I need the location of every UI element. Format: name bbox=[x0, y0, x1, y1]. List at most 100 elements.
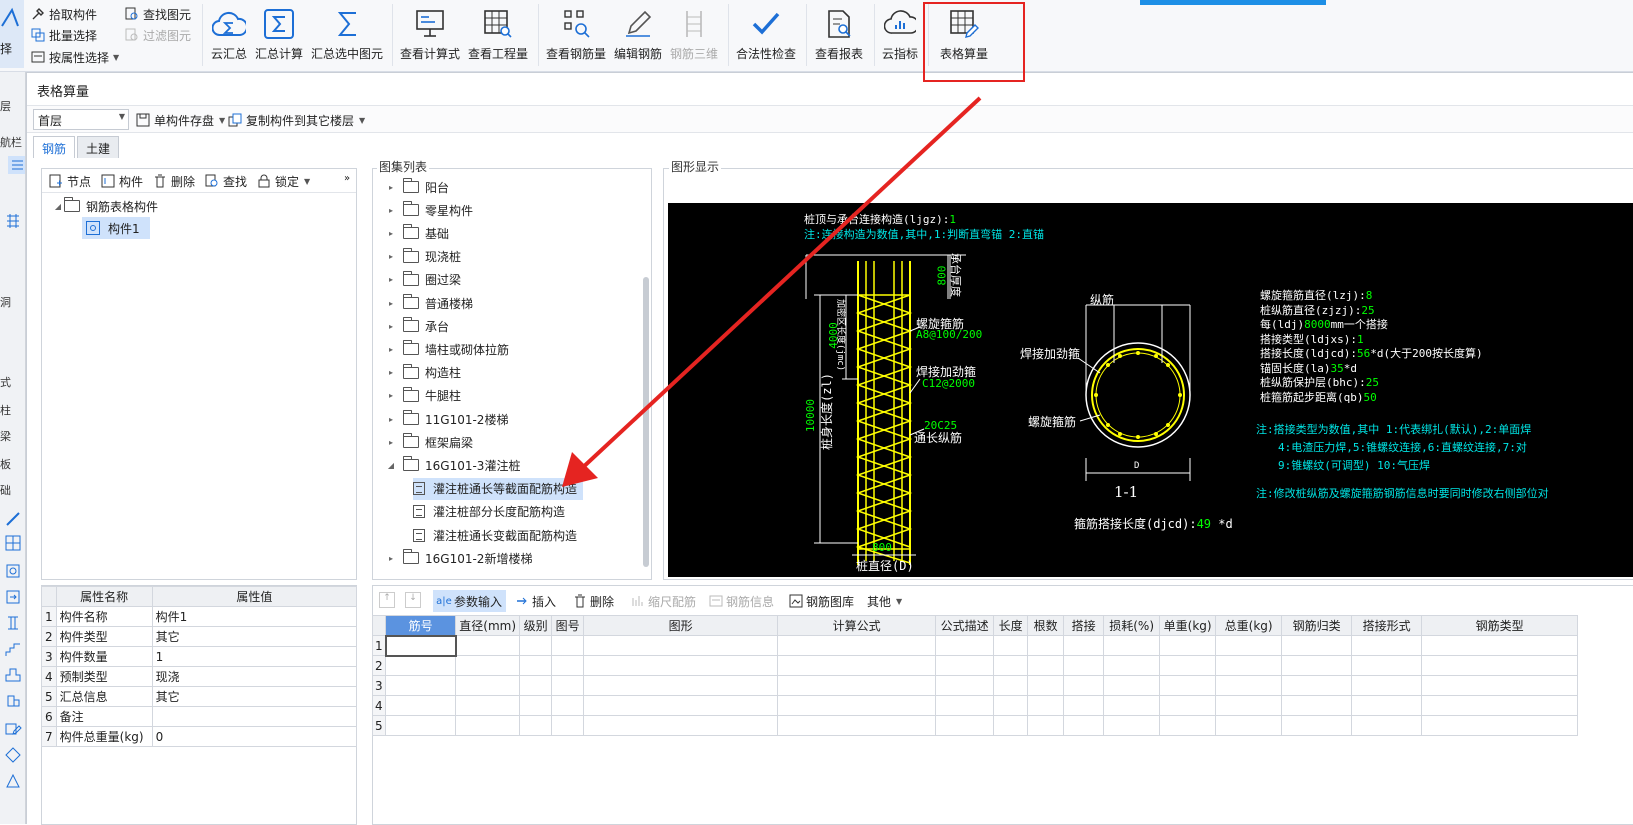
grid-cell[interactable] bbox=[1215, 655, 1283, 676]
grid-cell[interactable] bbox=[551, 675, 585, 696]
pick-component-button[interactable]: 拾取构件 bbox=[30, 4, 97, 24]
grid-cell[interactable] bbox=[1281, 635, 1353, 656]
grid-cell[interactable] bbox=[1027, 675, 1065, 696]
table-row[interactable]: 6 备注 bbox=[41, 706, 358, 727]
grid-header[interactable]: 搭接形式 bbox=[1351, 615, 1423, 636]
atlas-item[interactable]: 灌注桩部分长度配筋构造 bbox=[413, 501, 571, 523]
left-nav-item[interactable]: 层 bbox=[0, 98, 25, 118]
prop-value[interactable]: 1 bbox=[151, 646, 358, 667]
table-row[interactable]: 5 bbox=[371, 715, 1579, 736]
grid-cell[interactable] bbox=[1063, 715, 1105, 736]
prop-value[interactable] bbox=[151, 706, 358, 727]
expand-arrow-icon[interactable]: ▸ bbox=[385, 299, 397, 308]
tab-civil[interactable]: 土建 bbox=[77, 136, 120, 158]
table-row[interactable]: 4 bbox=[371, 695, 1579, 716]
grid-header[interactable]: 根数 bbox=[1027, 615, 1065, 636]
grid-cell[interactable] bbox=[1215, 695, 1283, 716]
grid-cell[interactable] bbox=[1281, 655, 1353, 676]
left-nav-item[interactable]: 础 bbox=[0, 482, 25, 502]
grid-cell[interactable] bbox=[935, 655, 995, 676]
select-button[interactable]: 选择 bbox=[0, 0, 24, 68]
stair-icon[interactable] bbox=[4, 640, 22, 661]
grid-cell[interactable] bbox=[993, 675, 1029, 696]
grid-cell[interactable] bbox=[777, 675, 937, 696]
grid-cell[interactable] bbox=[1103, 635, 1161, 656]
grid-cell[interactable] bbox=[1215, 675, 1283, 696]
atlas-item[interactable]: ▸ 现浇桩 bbox=[385, 246, 467, 268]
grid-header[interactable]: 直径(mm) bbox=[455, 615, 521, 636]
collapse-arrow-icon[interactable]: ◢ bbox=[385, 461, 397, 470]
grid-cell[interactable] bbox=[1159, 655, 1217, 676]
insert-button[interactable]: 插入 bbox=[515, 590, 556, 612]
beam-icon[interactable] bbox=[4, 588, 22, 609]
atlas-item[interactable]: ▸ 16G101-2新增楼梯 bbox=[385, 547, 538, 569]
grid-cell[interactable] bbox=[551, 715, 585, 736]
custom-icon[interactable] bbox=[4, 746, 22, 767]
add-node-button[interactable]: 节点 bbox=[48, 171, 91, 191]
summary-selected-button[interactable]: 汇总选中图元 bbox=[310, 0, 384, 68]
table-row[interactable]: 7 构件总重量(kg) 0 bbox=[41, 726, 358, 747]
atlas-item[interactable]: ▸ 11G101-2楼梯 bbox=[385, 408, 514, 430]
atlas-item[interactable]: ▸ 普通楼梯 bbox=[385, 292, 479, 314]
grid-cell[interactable] bbox=[1159, 695, 1217, 716]
grid-cell[interactable] bbox=[583, 695, 779, 716]
grid-cell[interactable] bbox=[1421, 715, 1579, 736]
grid-cell[interactable] bbox=[1281, 715, 1353, 736]
left-nav-item[interactable]: 梁 bbox=[0, 428, 25, 448]
expand-arrow-icon[interactable]: ▸ bbox=[385, 206, 397, 215]
grid-cell[interactable] bbox=[551, 655, 585, 676]
atlas-item[interactable]: ▸ 牛腿柱 bbox=[385, 385, 467, 407]
save-component-button[interactable]: 单构件存盘 ▼ bbox=[135, 110, 225, 130]
left-nav-item[interactable]: 式 bbox=[0, 374, 25, 394]
grid-cell[interactable] bbox=[1215, 715, 1283, 736]
grid-header[interactable]: 图形 bbox=[583, 615, 779, 636]
view-rebar-button[interactable]: 查看钢筋量 bbox=[544, 0, 608, 68]
atlas-item[interactable]: 灌注桩通长变截面配筋构造 bbox=[413, 524, 583, 546]
expand-arrow-icon[interactable]: ▸ bbox=[385, 368, 397, 377]
expand-arrow-icon[interactable]: ▸ bbox=[385, 345, 397, 354]
edit-component-icon[interactable] bbox=[4, 720, 22, 741]
grid-cell[interactable] bbox=[935, 635, 995, 656]
grid-cell[interactable] bbox=[1027, 655, 1065, 676]
grid-cell[interactable] bbox=[993, 655, 1029, 676]
select-by-attribute-button[interactable]: 按属性选择 ▼ bbox=[30, 47, 119, 67]
rebar-info-button[interactable]: 钢筋信息 bbox=[709, 590, 774, 612]
other-button[interactable]: 其他 ▼ bbox=[867, 590, 902, 612]
grid-cell[interactable] bbox=[1215, 635, 1283, 656]
atlas-item[interactable]: ▸ 阳台 bbox=[385, 176, 455, 198]
grid-cell[interactable] bbox=[777, 695, 937, 716]
grid-cell[interactable] bbox=[1421, 655, 1579, 676]
expand-arrow-icon[interactable]: ▸ bbox=[385, 252, 397, 261]
grid-header[interactable]: 总重(kg) bbox=[1215, 615, 1283, 636]
summary-calc-button[interactable]: 汇总计算 bbox=[254, 0, 304, 68]
view-quantity-button[interactable]: 查看工程量 bbox=[466, 0, 530, 68]
floor-select[interactable]: 首层 ▼ bbox=[33, 109, 129, 130]
grid-cell[interactable] bbox=[777, 635, 937, 656]
grid-icon[interactable] bbox=[4, 212, 22, 230]
table-row[interactable]: 1 bbox=[371, 634, 1579, 657]
atlas-item[interactable]: ▸ 承台 bbox=[385, 315, 455, 337]
atlas-scrollbar[interactable] bbox=[643, 277, 649, 567]
grid-cell[interactable] bbox=[519, 655, 553, 676]
cloud-summary-button[interactable]: 云汇总 bbox=[208, 0, 250, 68]
atlas-item[interactable]: ▸ 框架扁梁 bbox=[385, 431, 479, 453]
batch-select-button[interactable]: 批量选择 bbox=[30, 25, 97, 45]
grid-cell[interactable] bbox=[455, 675, 521, 696]
tree-root[interactable]: ◢ 钢筋表格构件 bbox=[52, 195, 158, 217]
edit-rebar-button[interactable]: 编辑钢筋 bbox=[612, 0, 664, 68]
grid-cell[interactable] bbox=[935, 695, 995, 716]
grid-cell[interactable] bbox=[1103, 655, 1161, 676]
grid-header[interactable]: 损耗(%) bbox=[1103, 615, 1161, 636]
grid-cell[interactable] bbox=[1281, 675, 1353, 696]
misc-icon[interactable] bbox=[4, 772, 22, 793]
rebar-3d-button[interactable]: 钢筋三维 bbox=[668, 0, 720, 68]
grid-cell[interactable] bbox=[455, 715, 521, 736]
grid-header[interactable]: 筋号 bbox=[385, 615, 457, 636]
grid-cell[interactable] bbox=[993, 695, 1029, 716]
atlas-item[interactable]: ▸ 圈过梁 bbox=[385, 269, 467, 291]
grid-cell[interactable] bbox=[1063, 655, 1105, 676]
expand-arrow-icon[interactable]: ▸ bbox=[385, 183, 397, 192]
atlas-item[interactable]: ▸ 零星构件 bbox=[385, 199, 479, 221]
grid-cell[interactable] bbox=[551, 695, 585, 716]
table-row[interactable]: 3 bbox=[371, 675, 1579, 696]
